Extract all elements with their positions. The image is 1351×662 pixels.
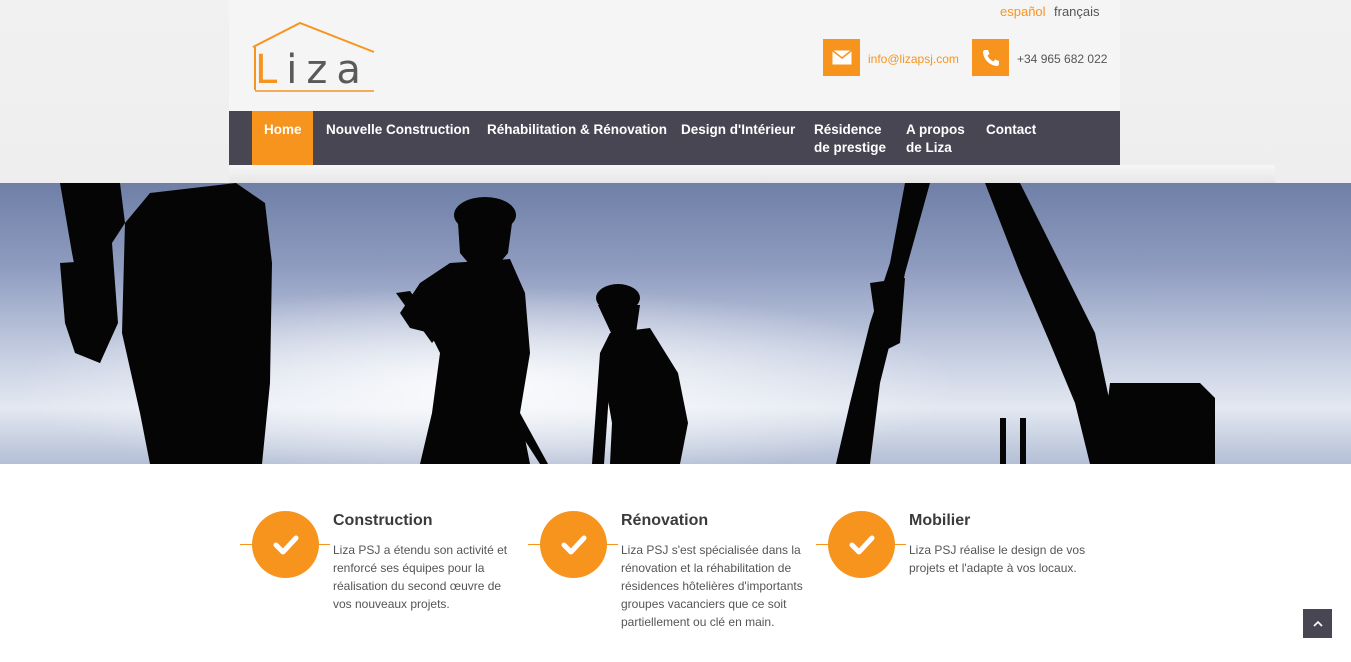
nav-item-nouvelle-construction[interactable]: Nouvelle Construction	[326, 111, 470, 165]
nav-item-home[interactable]: Home	[252, 111, 313, 165]
feature-text-renovation: Liza PSJ s'est spécialisée dans la rénov…	[621, 541, 803, 631]
feature-connector-line	[894, 544, 906, 545]
hero-banner	[0, 183, 1351, 464]
logo[interactable]: Liza	[255, 47, 370, 93]
main-navigation: Home Nouvelle Construction Réhabilitatio…	[229, 111, 1120, 165]
phone-number: +34 965 682 022	[1017, 52, 1108, 66]
hero-construction-silhouettes	[0, 183, 1351, 464]
phone-icon[interactable]	[972, 39, 1009, 76]
feature-title-renovation: Rénovation	[621, 512, 709, 529]
feature-text-line: partiellement ou clé en main.	[621, 615, 775, 629]
feature-text-construction: Liza PSJ a étendu son activité et renfor…	[333, 541, 507, 613]
envelope-icon[interactable]	[823, 39, 860, 76]
nav-item-contact[interactable]: Contact	[986, 111, 1036, 165]
feature-text-line: vos nouveaux projets.	[333, 597, 450, 611]
feature-connector-line	[318, 544, 330, 545]
email-link[interactable]: info@lizapsj.com	[868, 52, 959, 66]
feature-text-line: projets et l'adapte à vos locaux.	[909, 561, 1077, 575]
feature-title-mobilier: Mobilier	[909, 512, 971, 529]
nav-label-line2: de prestige	[814, 140, 887, 155]
nav-item-design-interieur[interactable]: Design d'Intérieur	[681, 111, 795, 165]
language-francais-link[interactable]: français	[1054, 4, 1100, 19]
nav-label-line2: de Liza	[906, 140, 952, 155]
chevron-up-icon	[1312, 620, 1323, 627]
nav-item-a-propos[interactable]: A propos de Liza	[906, 111, 965, 165]
nav-item-rehabilitation-renovation[interactable]: Réhabilitation & Rénovation	[487, 111, 667, 165]
feature-text-line: groupes vacanciers que ce soit	[621, 597, 787, 611]
logo-first-letter: L	[255, 47, 287, 93]
feature-text-line: Liza PSJ réalise le design de vos	[909, 543, 1086, 557]
check-icon	[540, 511, 607, 578]
nav-label: Contact	[986, 122, 1037, 137]
nav-label: Nouvelle Construction	[326, 122, 471, 137]
logo-rest: iza	[286, 47, 370, 93]
feature-text-mobilier: Liza PSJ réalise le design de vos projet…	[909, 541, 1085, 577]
nav-label: Design d'Intérieur	[681, 122, 796, 137]
feature-text-line: Liza PSJ a étendu son activité et	[333, 543, 508, 557]
feature-text-line: résidences hôtelières d'importants	[621, 579, 803, 593]
feature-title-construction: Construction	[333, 512, 433, 529]
back-to-top-button[interactable]	[1303, 609, 1332, 638]
check-icon	[828, 511, 895, 578]
nav-label-line1: A propos	[906, 122, 965, 137]
feature-text-line: rénovation et la réhabilitation de	[621, 561, 792, 575]
feature-connector-line	[606, 544, 618, 545]
nav-label: Home	[264, 122, 302, 137]
nav-label: Réhabilitation & Rénovation	[487, 122, 668, 137]
feature-text-line: réalisation du second œuvre de	[333, 579, 502, 593]
feature-text-line: renforcé ses équipes pour la	[333, 561, 485, 575]
feature-text-line: Liza PSJ s'est spécialisée dans la	[621, 543, 801, 557]
check-icon	[252, 511, 319, 578]
language-espanol-link[interactable]: español	[1000, 4, 1046, 19]
nav-item-residence-prestige[interactable]: Résidence de prestige	[814, 111, 886, 165]
nav-label-line1: Résidence	[814, 122, 882, 137]
